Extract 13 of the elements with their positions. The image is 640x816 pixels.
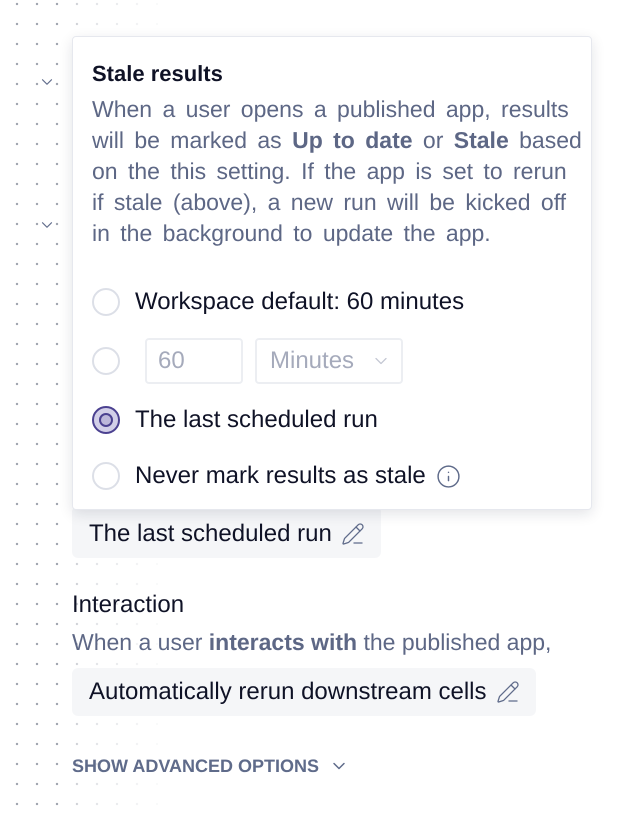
pencil-icon [496, 680, 520, 704]
popover-description: When a user opens a published app, results will be marked as Up to date or Stale based on the this setting. If the app is set to rerun if stale (above), a new run will be kicked off in the background to update the app. [92, 95, 582, 248]
option-label[interactable]: Workspace default: 60 minutes [135, 287, 464, 317]
pencil-icon [340, 522, 365, 546]
info-icon[interactable] [436, 464, 461, 488]
section-title: Interaction [72, 591, 184, 619]
advanced-options-toggle[interactable]: SHOW ADVANCED OPTIONS [72, 754, 350, 778]
option-label[interactable]: Never mark results as stale [135, 461, 426, 491]
popover-title: Stale results [92, 60, 223, 88]
setting-value-button[interactable]: Automatically rerun downstream cells [72, 668, 536, 716]
option-label[interactable]: The last scheduled run [135, 405, 378, 435]
radio-button[interactable] [92, 406, 120, 434]
section-description: When a user interacts with the published app, [72, 628, 552, 656]
